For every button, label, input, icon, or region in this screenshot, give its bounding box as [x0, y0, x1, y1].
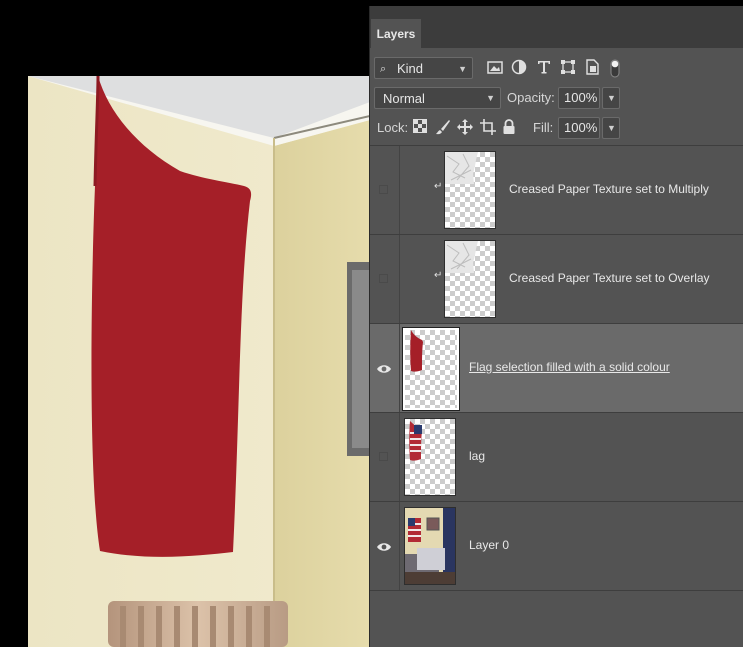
panel-tab-bar: Layers: [370, 6, 743, 48]
chevron-down-icon: ▼: [607, 93, 616, 103]
layer-row[interactable]: Layer 0: [370, 502, 743, 591]
opacity-input[interactable]: 100%: [558, 87, 600, 109]
layer-thumbnail[interactable]: [444, 240, 496, 318]
filter-kind-select[interactable]: ⌕ Kind ▼: [374, 57, 473, 79]
filter-toggle-icon[interactable]: [610, 59, 620, 78]
layer-name[interactable]: lag: [469, 449, 485, 463]
layer-row[interactable]: ↵ Creased Paper Texture set to Overlay: [370, 235, 743, 324]
layer-thumbnail[interactable]: [444, 151, 496, 229]
image-filter-icon[interactable]: [487, 59, 503, 75]
flag-thumbnail: [409, 421, 422, 461]
lock-label: Lock:: [377, 120, 409, 135]
search-icon: ⌕: [380, 63, 387, 75]
smart-object-filter-icon[interactable]: [584, 59, 600, 75]
adjustment-filter-icon[interactable]: [511, 59, 527, 75]
visibility-toggle[interactable]: [379, 274, 388, 283]
row-divider: [399, 235, 400, 323]
opacity-slider-button[interactable]: ▼: [602, 87, 620, 109]
chevron-down-icon: ▼: [486, 93, 495, 103]
opacity-label: Opacity:: [507, 90, 555, 105]
fill-label: Fill:: [533, 120, 554, 135]
tab-layers[interactable]: Layers: [371, 19, 421, 48]
layers-panel: Layers ⌕ Kind ▼ Normal ▼ Opacity: 100% ▼…: [369, 6, 743, 647]
row-divider: [399, 324, 400, 412]
layer-row[interactable]: ↵ Creased Paper Texture set to Multiply: [370, 146, 743, 235]
room-photo-illustration: [28, 76, 370, 647]
lock-artboard-icon[interactable]: [480, 119, 496, 135]
lock-all-icon[interactable]: [502, 119, 518, 135]
room-photo-thumbnail: [405, 508, 455, 584]
layer-name[interactable]: Layer 0: [469, 538, 509, 552]
visibility-toggle[interactable]: [379, 185, 388, 194]
layer-thumbnail[interactable]: [404, 507, 456, 585]
blend-mode-select[interactable]: Normal ▼: [374, 87, 501, 109]
fill-slider-button[interactable]: ▼: [602, 117, 620, 139]
visibility-toggle[interactable]: [379, 452, 388, 461]
layer-filter-row: ⌕ Kind ▼: [370, 56, 743, 82]
layer-name[interactable]: Creased Paper Texture set to Multiply: [509, 182, 709, 196]
lock-paint-icon[interactable]: [435, 119, 451, 135]
paper-texture-thumbnail: [445, 241, 478, 273]
fill-input[interactable]: 100%: [558, 117, 600, 139]
layer-thumbnail[interactable]: [402, 327, 460, 411]
document-canvas[interactable]: [0, 0, 370, 647]
eye-icon[interactable]: [377, 540, 391, 552]
lock-fill-row: Lock: Fill: 100% ▼: [370, 116, 743, 142]
lock-transparent-icon[interactable]: [413, 119, 429, 135]
shape-filter-icon[interactable]: [560, 59, 576, 75]
lock-position-icon[interactable]: [457, 119, 473, 135]
layer-row-selected[interactable]: Flag selection filled with a solid colou…: [370, 324, 743, 413]
clipping-mask-icon: ↵: [434, 181, 443, 192]
clipping-mask-icon: ↵: [434, 270, 443, 281]
layer-row[interactable]: lag: [370, 413, 743, 502]
blend-mode-value: Normal: [383, 91, 425, 106]
layer-thumbnail[interactable]: [404, 418, 456, 496]
row-divider: [399, 413, 400, 501]
chevron-down-icon: ▼: [607, 123, 616, 133]
type-filter-icon[interactable]: [536, 59, 552, 75]
paper-texture-thumbnail: [445, 152, 478, 184]
layer-name[interactable]: Creased Paper Texture set to Overlay: [509, 271, 710, 285]
opacity-value: 100%: [564, 90, 598, 105]
fill-value: 100%: [564, 120, 598, 135]
filter-kind-label: Kind: [397, 61, 424, 76]
row-divider: [399, 146, 400, 234]
eye-icon[interactable]: [377, 362, 391, 374]
layer-name[interactable]: Flag selection filled with a solid colou…: [469, 360, 670, 374]
red-flag-thumbnail: [410, 330, 423, 372]
blend-opacity-row: Normal ▼ Opacity: 100% ▼: [370, 86, 743, 112]
chevron-down-icon: ▼: [458, 64, 467, 74]
document-image: [28, 76, 370, 647]
row-divider: [399, 502, 400, 590]
